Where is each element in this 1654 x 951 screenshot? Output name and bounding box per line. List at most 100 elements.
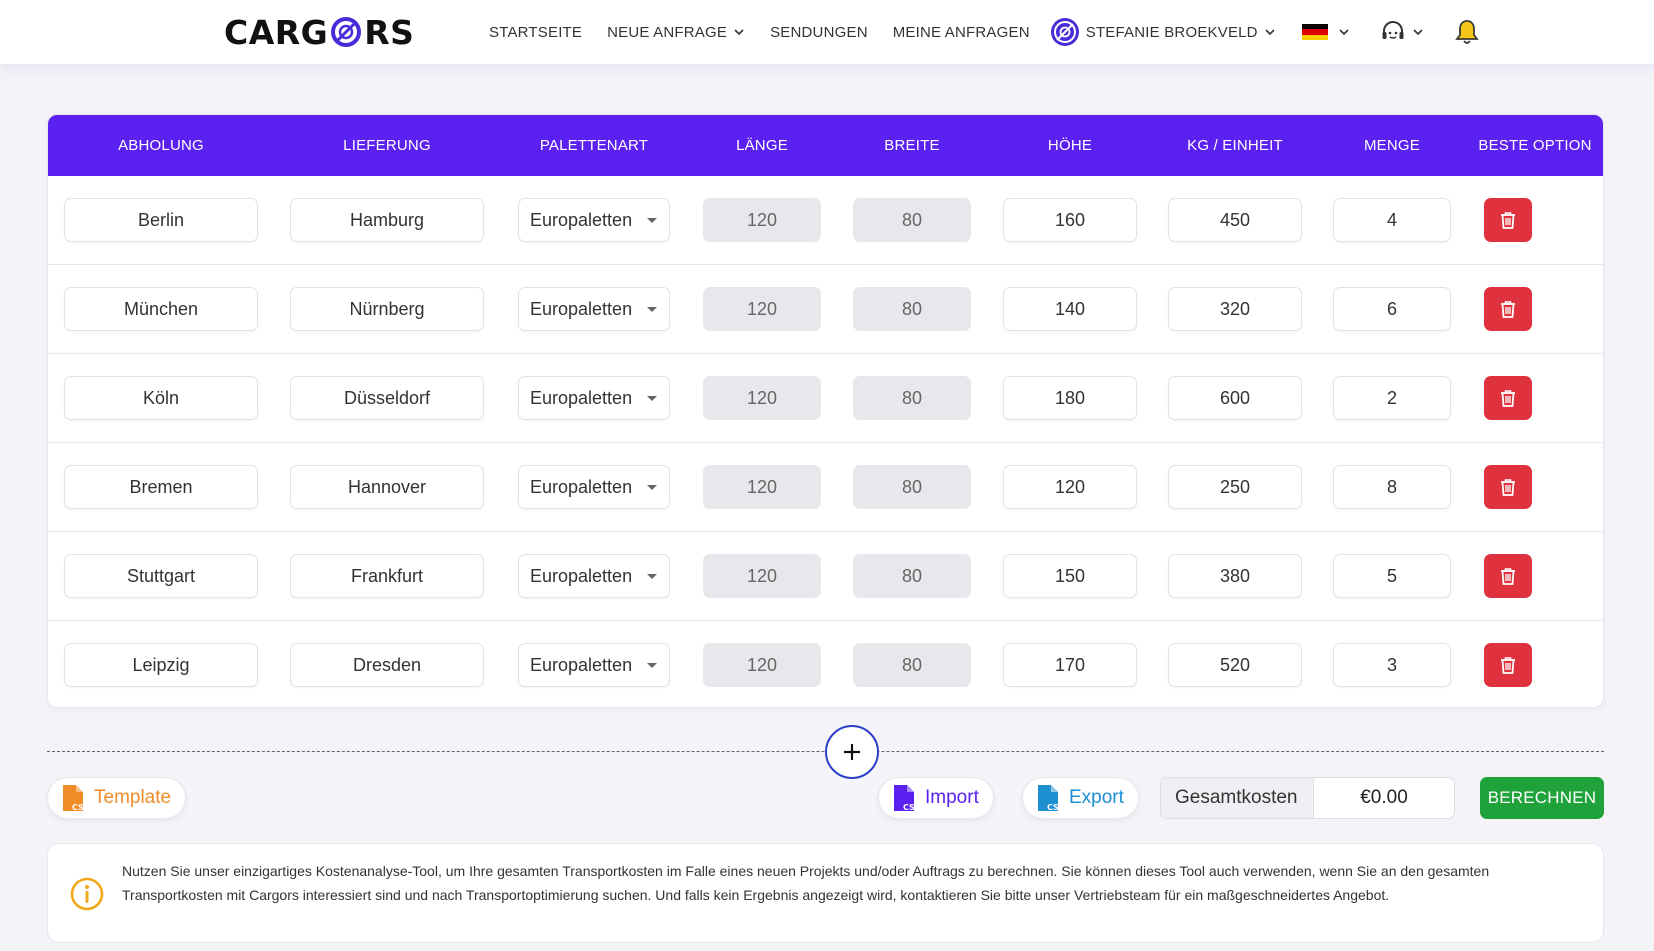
total-cost-field: Gesamtkosten €0.00 [1160, 777, 1455, 819]
header-kg-unit: KG / EINHEIT [1187, 137, 1283, 154]
pallet-type-select-value: Europaletten [530, 388, 633, 408]
table-row: Stuttgart Frankfurt Europaletten 120 80 150 38… [48, 532, 1603, 621]
pickup-input[interactable]: München [64, 287, 258, 331]
height-input[interactable]: 120 [1003, 465, 1137, 509]
support-menu[interactable] [1380, 19, 1424, 45]
language-selector[interactable] [1301, 24, 1350, 40]
shipments-table: ABHOLUNG LIEFERUNG PALETTENART LÄNGE BRE… [47, 114, 1604, 708]
width-input[interactable]: 80 [853, 376, 971, 420]
info-box: Nutzen Sie unser einzigartiges Kostenana… [47, 843, 1604, 943]
import-button[interactable]: CSV Import [878, 777, 994, 819]
length-input[interactable]: 120 [703, 554, 821, 598]
delete-row-button[interactable] [1484, 376, 1532, 420]
nav-shipments[interactable]: SENDUNGEN [770, 24, 868, 41]
width-input-value: 80 [901, 655, 923, 675]
pickup-input[interactable]: Stuttgart [64, 554, 258, 598]
length-input-value: 120 [746, 388, 778, 408]
kg-unit-input[interactable]: 320 [1168, 287, 1302, 331]
height-input[interactable]: 150 [1003, 554, 1137, 598]
pickup-input-value: Berlin [137, 210, 185, 230]
kg-unit-input[interactable]: 450 [1168, 198, 1302, 242]
delete-row-button[interactable] [1484, 643, 1532, 687]
delivery-input[interactable]: Hamburg [290, 198, 484, 242]
header-quantity: MENGE [1363, 137, 1420, 154]
nav-home[interactable]: STARTSEITE [489, 24, 582, 41]
pickup-input[interactable]: Berlin [64, 198, 258, 242]
delivery-input[interactable]: Frankfurt [290, 554, 484, 598]
quantity-input[interactable]: 3 [1333, 643, 1451, 687]
nav-new-request[interactable]: NEUE ANFRAGE [607, 24, 745, 41]
export-label: Export [1069, 787, 1124, 808]
pickup-input-value: Stuttgart [126, 566, 196, 586]
length-input[interactable]: 120 [703, 287, 821, 331]
delivery-input[interactable]: Hannover [290, 465, 484, 509]
kg-unit-input-value: 520 [1219, 655, 1251, 675]
quantity-input-value: 6 [1386, 299, 1397, 319]
delete-row-button[interactable] [1484, 198, 1532, 242]
height-input-value: 160 [1054, 210, 1086, 230]
height-input[interactable]: 160 [1003, 198, 1137, 242]
delete-row-button[interactable] [1484, 287, 1532, 331]
kg-unit-input[interactable]: 600 [1168, 376, 1302, 420]
pallet-type-select[interactable]: Europaletten [518, 554, 670, 598]
height-input[interactable]: 140 [1003, 287, 1137, 331]
plus-icon [844, 744, 860, 760]
kg-unit-input-value: 450 [1219, 210, 1251, 230]
pallet-type-select-value: Europaletten [530, 566, 633, 586]
pickup-input[interactable]: Köln [64, 376, 258, 420]
length-input[interactable]: 120 [703, 198, 821, 242]
quantity-input[interactable]: 8 [1333, 465, 1451, 509]
pickup-input[interactable]: Leipzig [64, 643, 258, 687]
kg-unit-input[interactable]: 520 [1168, 643, 1302, 687]
template-button[interactable]: CSV Template [47, 777, 187, 819]
delete-row-button[interactable] [1484, 465, 1532, 509]
width-input[interactable]: 80 [853, 465, 971, 509]
logo[interactable]: CARG RS [224, 12, 414, 52]
csv-file-icon: CSV [63, 785, 86, 812]
pickup-input[interactable]: Bremen [64, 465, 258, 509]
nav-my-requests[interactable]: MEINE ANFRAGEN [893, 24, 1030, 41]
kg-unit-input[interactable]: 250 [1168, 465, 1302, 509]
table-row: Köln Düsseldorf Europaletten 120 80 180 600 2 [48, 354, 1603, 443]
chevron-down-icon [1413, 29, 1423, 36]
calculate-button[interactable]: BERECHNEN [1480, 777, 1604, 819]
export-button[interactable]: CSV Export [1022, 777, 1139, 819]
pallet-type-select[interactable]: Europaletten [518, 198, 670, 242]
caret-down-icon [647, 396, 657, 401]
quantity-input[interactable]: 2 [1333, 376, 1451, 420]
delete-row-button[interactable] [1484, 554, 1532, 598]
quantity-input[interactable]: 6 [1333, 287, 1451, 331]
kg-unit-input[interactable]: 380 [1168, 554, 1302, 598]
csv-badge: CSV [903, 803, 917, 812]
trash-icon [1501, 212, 1515, 229]
length-input[interactable]: 120 [703, 376, 821, 420]
pallet-type-select[interactable]: Europaletten [518, 376, 670, 420]
delivery-input[interactable]: Nürnberg [290, 287, 484, 331]
quantity-input[interactable]: 4 [1333, 198, 1451, 242]
flag-de-icon [1301, 24, 1328, 40]
user-menu[interactable]: STEFANIE BROEKVELD [1050, 17, 1276, 47]
length-input[interactable]: 120 [703, 643, 821, 687]
notifications-button[interactable] [1454, 18, 1480, 46]
delivery-input[interactable]: Düsseldorf [290, 376, 484, 420]
width-input[interactable]: 80 [853, 198, 971, 242]
height-input[interactable]: 170 [1003, 643, 1137, 687]
table-header: ABHOLUNG LIEFERUNG PALETTENART LÄNGE BRE… [48, 115, 1603, 176]
pallet-type-select[interactable]: Europaletten [518, 287, 670, 331]
pallet-type-select[interactable]: Europaletten [518, 465, 670, 509]
width-input[interactable]: 80 [853, 287, 971, 331]
import-label: Import [925, 787, 979, 808]
add-row-button[interactable] [825, 725, 879, 779]
length-input[interactable]: 120 [703, 465, 821, 509]
quantity-input-value: 8 [1386, 477, 1397, 497]
quantity-input[interactable]: 5 [1333, 554, 1451, 598]
pallet-type-select-value: Europaletten [530, 299, 633, 319]
quantity-input-value: 5 [1386, 566, 1397, 586]
width-input[interactable]: 80 [853, 643, 971, 687]
width-input[interactable]: 80 [853, 554, 971, 598]
header-height: HÖHE [1047, 137, 1093, 154]
delivery-input[interactable]: Dresden [290, 643, 484, 687]
pallet-type-select[interactable]: Europaletten [518, 643, 670, 687]
height-input[interactable]: 180 [1003, 376, 1137, 420]
nav-home-label: STARTSEITE [489, 23, 583, 41]
